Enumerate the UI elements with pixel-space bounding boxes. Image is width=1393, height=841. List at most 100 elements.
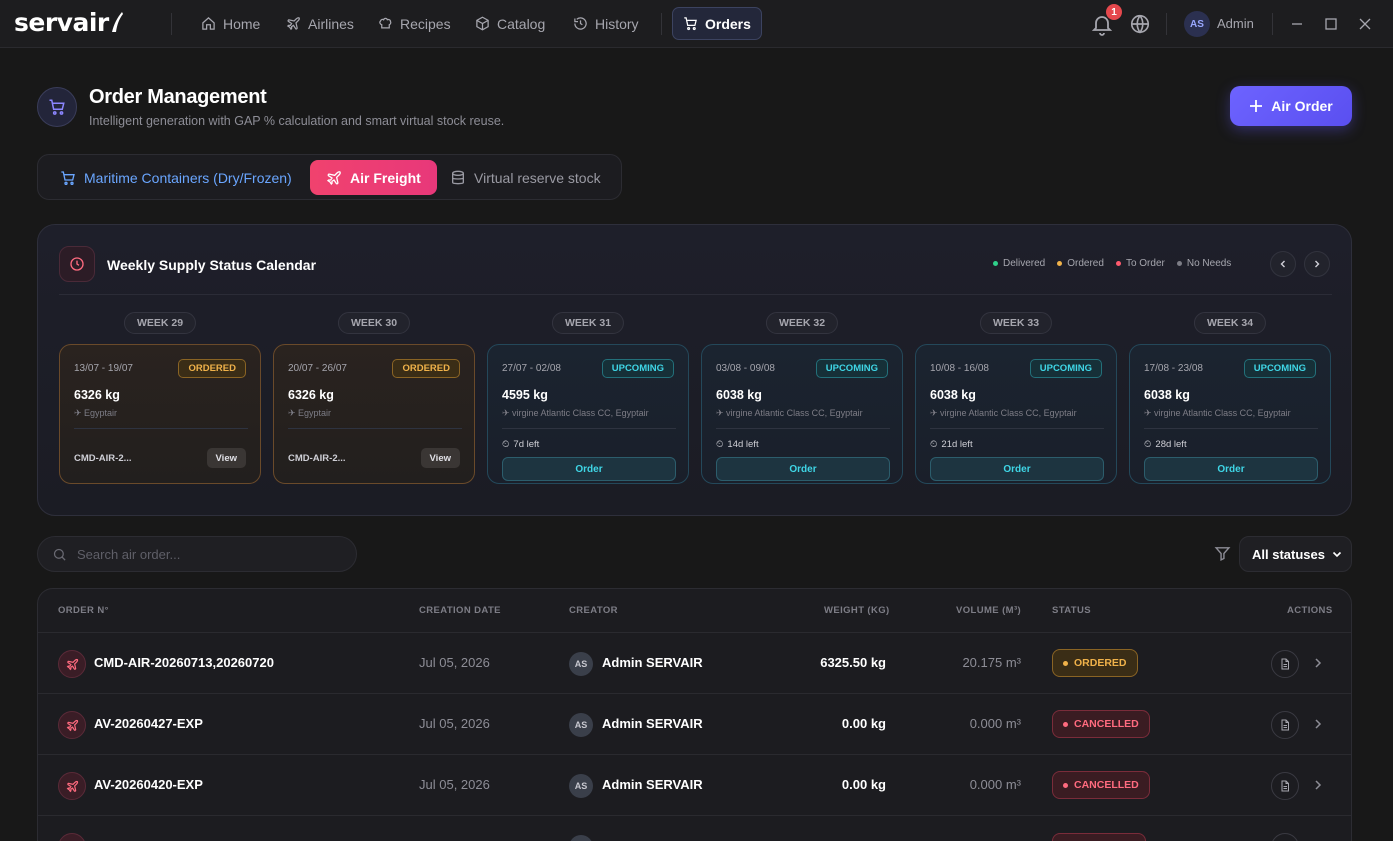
close-window-icon[interactable] bbox=[1355, 14, 1375, 34]
chevron-right-icon[interactable] bbox=[1311, 656, 1325, 670]
servair-logo[interactable]: servair bbox=[14, 8, 124, 37]
air-orders-table: ORDER N° CREATION DATE CREATOR WEIGHT (K… bbox=[37, 588, 1352, 841]
card-divider bbox=[502, 428, 676, 429]
chevron-right-icon[interactable] bbox=[1311, 778, 1325, 792]
user-avatar[interactable]: AS bbox=[1184, 11, 1210, 37]
previous-week-button[interactable] bbox=[1270, 251, 1296, 277]
filter-icon[interactable] bbox=[1214, 545, 1231, 562]
week-card-30[interactable]: 20/07 - 26/07 ORDERED 6326 kg ✈ Egyptair… bbox=[273, 344, 475, 484]
week-weight: 6038 kg bbox=[930, 388, 976, 402]
week-date-range: 03/08 - 09/08 bbox=[716, 363, 775, 374]
order-week-button[interactable]: Order bbox=[1144, 457, 1318, 481]
card-divider bbox=[288, 428, 462, 429]
table-row[interactable]: AV-20260420-EXP Jul 05, 2026 AS Admin SE… bbox=[38, 754, 1351, 815]
week-card-32[interactable]: 03/08 - 09/08 UPCOMING 6038 kg ✈ virgine… bbox=[701, 344, 903, 484]
week-airlines: ✈ virgine Atlantic Class CC, Egyptair bbox=[1144, 408, 1291, 418]
nav-item-history[interactable]: History bbox=[565, 7, 647, 40]
document-button[interactable] bbox=[1271, 833, 1299, 841]
week-status-badge: UPCOMING bbox=[601, 359, 674, 378]
week-card-29[interactable]: 13/07 - 19/07 ORDERED 6326 kg ✈ Egyptair… bbox=[59, 344, 261, 484]
plus-icon bbox=[1250, 100, 1263, 112]
nav-label: History bbox=[595, 15, 639, 32]
creation-date: Jul 05, 2026 bbox=[419, 655, 490, 670]
week-status-badge: UPCOMING bbox=[815, 359, 888, 378]
cart-icon bbox=[684, 17, 697, 31]
globe-language-icon[interactable] bbox=[1129, 13, 1151, 35]
week-card-31[interactable]: 27/07 - 02/08 UPCOMING 4595 kg ✈ virgine… bbox=[487, 344, 689, 484]
tab-maritime-containers[interactable]: Maritime Containers (Dry/Frozen) bbox=[48, 160, 304, 195]
nav-item-home[interactable]: Home bbox=[193, 7, 268, 40]
nav-item-catalog[interactable]: Catalog bbox=[467, 7, 553, 40]
tab-label: Virtual reserve stock bbox=[474, 169, 601, 186]
view-order-button[interactable]: View bbox=[206, 448, 246, 468]
document-button[interactable] bbox=[1271, 772, 1299, 800]
document-button[interactable] bbox=[1271, 711, 1299, 739]
creator-name: Admin SERVAIR bbox=[602, 716, 703, 731]
week-date-range: 27/07 - 02/08 bbox=[502, 363, 561, 374]
tab-label: Maritime Containers (Dry/Frozen) bbox=[84, 169, 292, 186]
time-left: ⏲ 7d left bbox=[502, 439, 539, 450]
chevron-right-icon[interactable] bbox=[1311, 717, 1325, 731]
nav-item-orders[interactable]: Orders bbox=[672, 7, 762, 40]
table-row[interactable]: AV-20260427-EXP Jul 05, 2026 AS Admin SE… bbox=[38, 693, 1351, 754]
clock-icon bbox=[70, 257, 84, 271]
status-filter-select[interactable]: All statuses bbox=[1239, 536, 1352, 572]
week-card-33[interactable]: 10/08 - 16/08 UPCOMING 6038 kg ✈ virgine… bbox=[915, 344, 1117, 484]
week-order-ref: CMD-AIR-2... bbox=[74, 453, 132, 464]
week-weight: 6326 kg bbox=[288, 388, 334, 402]
plane-icon-wrapper bbox=[58, 650, 86, 678]
nav-divider bbox=[661, 13, 662, 35]
calendar-title: Weekly Supply Status Calendar bbox=[107, 257, 317, 273]
plane-icon bbox=[326, 170, 341, 185]
minimize-window-icon[interactable] bbox=[1287, 14, 1307, 34]
order-number[interactable]: AV-20260427-EXP bbox=[94, 716, 203, 731]
week-date-range: 20/07 - 26/07 bbox=[288, 363, 347, 374]
week-card-34[interactable]: 17/08 - 23/08 UPCOMING 6038 kg ✈ virgine… bbox=[1129, 344, 1331, 484]
status-badge: CANCELLED bbox=[1052, 710, 1150, 738]
order-volume: 0.000 m³ bbox=[969, 777, 1021, 792]
time-left: ⏲ 28d left bbox=[1144, 439, 1187, 450]
maximize-window-icon[interactable] bbox=[1321, 14, 1341, 34]
tab-virtual-reserve-stock[interactable]: Virtual reserve stock bbox=[438, 160, 613, 195]
nav-label: Home bbox=[223, 15, 261, 32]
column-header-creator: CREATOR bbox=[569, 605, 618, 616]
time-left-label: 7d left bbox=[513, 439, 540, 450]
week-airlines: ✈ virgine Atlantic Class CC, Egyptair bbox=[716, 408, 863, 418]
logo-swoosh-icon bbox=[111, 12, 123, 32]
card-divider bbox=[930, 428, 1104, 429]
order-week-button[interactable]: Order bbox=[716, 457, 890, 481]
card-divider bbox=[716, 428, 890, 429]
column-header-status: STATUS bbox=[1052, 605, 1091, 616]
week-airlines: ✈ virgine Atlantic Class CC, Egyptair bbox=[502, 408, 649, 418]
tab-air-freight[interactable]: Air Freight bbox=[310, 160, 437, 195]
nav-divider bbox=[171, 13, 172, 35]
order-week-button[interactable]: Order bbox=[502, 457, 676, 481]
document-icon bbox=[1281, 719, 1289, 731]
table-row[interactable]: CMD-AIR-20260713,20260720 Jul 05, 2026 A… bbox=[38, 632, 1351, 693]
order-number[interactable]: CMD-AIR-20260713,20260720 bbox=[94, 655, 274, 670]
creator-avatar: AS bbox=[569, 652, 593, 676]
next-week-button[interactable] bbox=[1304, 251, 1330, 277]
new-air-order-button[interactable]: Air Order bbox=[1230, 86, 1352, 126]
user-name[interactable]: Admin bbox=[1217, 16, 1254, 31]
table-row[interactable] bbox=[38, 815, 1351, 841]
order-weight: 0.00 kg bbox=[841, 716, 886, 731]
status-badge: CANCELLED bbox=[1052, 771, 1150, 799]
stopwatch-icon: ⏲ bbox=[1144, 439, 1152, 450]
week-weight: 4595 kg bbox=[502, 388, 548, 402]
column-header-volume: VOLUME (M³) bbox=[956, 605, 1022, 616]
order-week-button[interactable]: Order bbox=[930, 457, 1104, 481]
page-subtitle: Intelligent generation with GAP % calcul… bbox=[89, 114, 505, 128]
document-icon bbox=[1281, 780, 1289, 792]
database-icon bbox=[452, 170, 464, 184]
nav-item-airlines[interactable]: Airlines bbox=[278, 7, 362, 40]
time-left: ⏲ 14d left bbox=[716, 439, 759, 450]
week-weight: 6038 kg bbox=[716, 388, 762, 402]
document-button[interactable] bbox=[1271, 650, 1299, 678]
nav-item-recipes[interactable]: Recipes bbox=[370, 7, 459, 40]
top-navigation-bar: servair Home Airlines Recipes Catalog Hi… bbox=[0, 0, 1393, 48]
search-input[interactable] bbox=[77, 546, 327, 562]
order-number[interactable]: AV-20260420-EXP bbox=[94, 777, 203, 792]
view-order-button[interactable]: View bbox=[420, 448, 460, 468]
plane-icon bbox=[66, 719, 78, 731]
